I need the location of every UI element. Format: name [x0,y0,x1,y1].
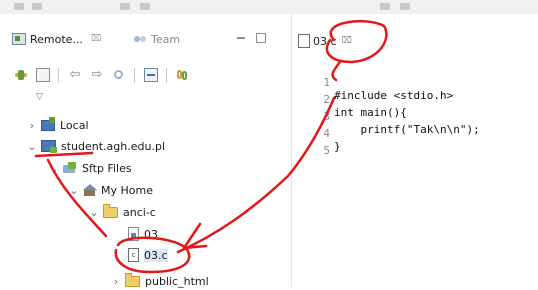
code-line: 5 [316,131,356,157]
tree-item-host[interactable]: ⌄ student.agh.edu.pl [26,137,165,155]
code-line: 4 } [316,114,356,153]
chevron-down-icon[interactable]: ⌄ [68,184,80,197]
view-tab-bar: Remote... ⌧ Team [12,28,284,52]
tree-item-label: My Home [101,183,153,197]
view-toolbar: ⇦ ⇨ [14,66,286,86]
connect-icon[interactable] [14,68,28,82]
c-file-icon [298,34,310,48]
file-icon [128,227,139,241]
main-toolbar-strip [0,0,538,15]
home-icon [83,184,97,196]
folder-icon [125,272,140,287]
tree-item-label: Sftp Files [82,161,132,175]
sftp-icon [63,162,77,174]
tree-item-label: 03.c [144,248,168,262]
tab-label: Team [151,32,181,46]
close-icon[interactable]: ⌧ [342,36,352,46]
folder-icon [103,203,118,218]
minimize-icon[interactable] [236,33,246,43]
tree-item-sftp-files[interactable]: ⌄ Sftp Files [48,159,132,177]
code-text: printf("Tak\n\n"); [334,123,480,136]
chevron-down-icon[interactable]: ⌄ [26,140,38,153]
toolbar-separator [166,68,167,83]
line-number: 5 [323,144,330,157]
tree-item-my-home[interactable]: ⌄ My Home [68,181,153,199]
forward-arrow-icon[interactable]: ⇨ [90,68,104,82]
chevron-right-icon[interactable]: › [110,275,122,288]
c-file-icon: c [128,248,139,262]
close-icon[interactable]: ⌧ [91,34,101,44]
refresh-icon[interactable] [112,68,126,82]
tree-item-03[interactable]: 03 [125,225,158,243]
view-menu-icon[interactable]: ▽ [36,92,43,102]
maximize-icon[interactable] [256,33,266,43]
tree-item-label: 03 [144,227,158,241]
tab-label: Remote... [30,32,83,46]
tree-item-label: student.agh.edu.pl [61,139,165,153]
toolbar-button[interactable] [400,3,410,10]
toolbar-button[interactable] [32,3,42,10]
back-arrow-icon[interactable]: ⇦ [68,68,82,82]
code-line: 3 printf("Tak\n\n"); [316,97,479,136]
new-connection-icon[interactable] [36,68,50,82]
remote-systems-icon [12,33,26,45]
tree-item-local[interactable]: › Local [26,116,89,134]
chevron-down-icon[interactable]: ⌄ [88,206,100,219]
tree-item-anci-c[interactable]: ⌄ anci-c [88,203,156,221]
link-with-editor-icon[interactable] [176,68,190,82]
code-line: 1 #include <stdio.h> [316,63,453,102]
tree-item-public-html[interactable]: › public_html [110,272,209,290]
editor-tab-03-c[interactable]: 03.c ⌧ [298,30,364,52]
chevron-right-icon[interactable]: › [26,119,38,132]
tree-item-label: anci-c [123,205,156,219]
tree-item-label: Local [60,118,89,132]
toolbar-button[interactable] [140,3,150,10]
local-icon [41,116,55,131]
toolbar-button[interactable] [120,3,130,10]
chevron-down-icon[interactable]: ⌄ [48,162,60,175]
editor-area: 03.c ⌧ 1 #include <stdio.h> 2 int main()… [291,14,538,287]
collapse-all-icon[interactable] [144,68,158,82]
tab-remote-systems[interactable]: Remote... ⌧ [12,28,129,50]
tree-item-03-c[interactable]: c 03.c [125,246,168,264]
editor-tab-label: 03.c [313,34,337,48]
toolbar-separator [134,68,135,83]
host-icon [41,140,57,153]
toolbar-button[interactable] [14,3,24,10]
code-line: 2 int main(){ [316,80,406,119]
tree-item-label: public_html [145,274,209,288]
toolbar-button[interactable] [380,3,390,10]
toolbar-separator [58,68,59,83]
team-icon [134,34,147,45]
tab-team[interactable]: Team [134,28,180,50]
